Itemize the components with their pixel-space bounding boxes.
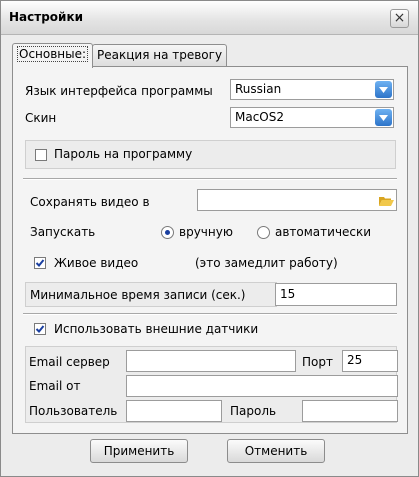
launch-auto-radio[interactable]	[257, 226, 270, 239]
skin-select[interactable]: MacOS2	[230, 107, 394, 128]
email-settings-group: Email сервер Порт 25 Email от Пользовате…	[25, 346, 398, 423]
language-label: Язык интерфейса программы	[25, 84, 213, 98]
check-icon	[35, 259, 45, 267]
external-sensors-label: Использовать внешние датчики	[54, 322, 259, 336]
save-video-path-input[interactable]	[197, 189, 397, 211]
tab-general[interactable]: Основные:	[12, 43, 94, 68]
close-button[interactable]: ×	[390, 9, 409, 28]
port-label: Порт	[302, 355, 333, 369]
language-select[interactable]: Russian	[230, 79, 394, 100]
external-sensors-checkbox[interactable]	[34, 323, 46, 335]
live-video-note: (это замедлит работу)	[195, 256, 338, 270]
port-input[interactable]: 25	[342, 350, 398, 372]
tab-alarm-reaction-label: Реакция на тревогу	[97, 48, 223, 62]
divider	[23, 178, 397, 180]
email-from-label: Email от	[29, 379, 81, 393]
save-video-label: Сохранять видео в	[30, 195, 150, 209]
password-label: Пароль	[230, 404, 277, 418]
password-checkbox[interactable]	[35, 149, 47, 161]
language-dropdown-button[interactable]	[375, 81, 392, 98]
live-video-label: Живое видео	[54, 256, 139, 270]
live-video-checkbox[interactable]	[34, 257, 46, 269]
tab-general-label: Основные:	[17, 46, 89, 62]
password-input[interactable]	[302, 400, 398, 422]
language-value: Russian	[235, 82, 282, 96]
email-server-input[interactable]	[126, 350, 296, 372]
chevron-down-icon	[379, 87, 388, 93]
skin-value: MacOS2	[235, 110, 285, 124]
apply-button[interactable]: Применить	[90, 439, 188, 463]
min-record-label: Минимальное время записи (сек.)	[30, 288, 246, 302]
check-icon	[35, 325, 45, 333]
email-server-label: Email сервер	[29, 355, 110, 369]
min-record-group: Минимальное время записи (сек.)	[25, 282, 277, 307]
launch-label: Запускать	[30, 225, 96, 239]
min-record-input[interactable]: 15	[275, 283, 397, 306]
settings-window: Настройки × Основные: Реакция на тревогу…	[0, 0, 419, 477]
skin-label: Скин	[25, 111, 57, 125]
folder-open-icon[interactable]	[379, 195, 394, 207]
launch-manual-radio[interactable]	[161, 226, 174, 239]
password-checkbox-label: Пароль на программу	[54, 147, 193, 161]
title-bar[interactable]: Настройки ×	[1, 1, 418, 35]
chevron-down-icon	[379, 115, 388, 121]
close-icon: ×	[393, 10, 406, 26]
cancel-button[interactable]: Отменить	[227, 439, 325, 463]
email-from-input[interactable]	[126, 375, 398, 397]
window-title: Настройки	[9, 10, 84, 24]
divider	[23, 313, 397, 315]
launch-auto-label: автоматически	[275, 225, 372, 239]
skin-dropdown-button[interactable]	[375, 109, 392, 126]
general-tab-panel: Язык интерфейса программы Russian Скин M…	[12, 66, 408, 434]
user-input[interactable]	[126, 400, 222, 422]
password-group: Пароль на программу	[25, 140, 396, 169]
user-label: Пользователь	[29, 404, 118, 418]
launch-manual-label: вручную	[179, 225, 233, 239]
tab-alarm-reaction[interactable]: Реакция на тревогу	[92, 44, 228, 67]
